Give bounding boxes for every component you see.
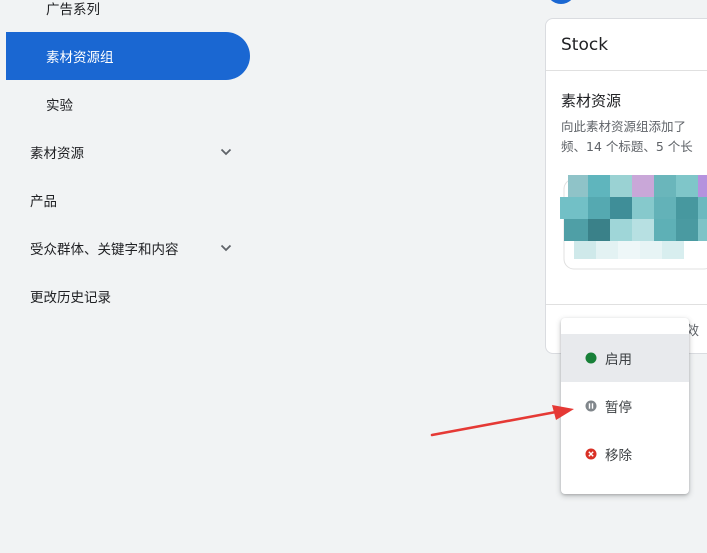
- card-subtitle: 素材资源: [561, 92, 622, 110]
- divider: [546, 70, 707, 71]
- card-description-line: 频、14 个标题、5 个长: [561, 139, 693, 154]
- sidebar-item-campaigns[interactable]: 广告系列: [0, 0, 250, 32]
- annotation-arrow: [430, 405, 574, 437]
- divider: [546, 304, 707, 305]
- enabled-dot-icon: [585, 352, 597, 364]
- sidebar-item-label: 实验: [46, 98, 73, 114]
- asset-group-card: Stock 素材资源 向此素材资源组添加了 频、14 个标题、5 个长 效: [545, 18, 707, 354]
- menu-item-pause[interactable]: 暂停: [561, 382, 689, 430]
- menu-item-label: 移除: [605, 448, 632, 464]
- sidebar-item-label: 产品: [30, 194, 57, 210]
- avatar[interactable]: [546, 0, 576, 4]
- sidebar-item-experiments[interactable]: 实验: [0, 80, 250, 128]
- sidebar-item-audiences-keywords-content[interactable]: 受众群体、关键字和内容: [0, 224, 250, 272]
- sidebar-item-asset-groups[interactable]: 素材资源组: [6, 32, 250, 80]
- status-menu: 启用 暂停 移除: [561, 318, 689, 494]
- sidebar-item-label: 素材资源组: [46, 50, 114, 66]
- menu-item-label: 暂停: [605, 400, 632, 416]
- asset-preview-thumbnail[interactable]: [560, 169, 707, 271]
- sidebar-item-label: 更改历史记录: [30, 290, 111, 306]
- sidebar-item-label: 广告系列: [46, 2, 100, 18]
- sidebar: 广告系列 素材资源组 实验 素材资源 产品 受众群体、关键字和内容 更改历史记录: [0, 0, 260, 553]
- menu-item-enable[interactable]: 启用: [561, 334, 689, 382]
- card-description-line: 向此素材资源组添加了: [561, 119, 687, 134]
- pause-icon: [585, 400, 597, 412]
- menu-item-label: 启用: [605, 352, 632, 368]
- sidebar-item-products[interactable]: 产品: [0, 176, 250, 224]
- remove-icon: [585, 448, 597, 460]
- sidebar-item-label: 素材资源: [30, 146, 84, 162]
- chevron-down-icon[interactable]: [218, 144, 234, 160]
- sidebar-item-assets[interactable]: 素材资源: [0, 128, 250, 176]
- chevron-down-icon[interactable]: [218, 240, 234, 256]
- sidebar-item-change-history[interactable]: 更改历史记录: [0, 272, 250, 320]
- menu-item-remove[interactable]: 移除: [561, 430, 689, 478]
- card-title: Stock: [561, 35, 609, 55]
- sidebar-item-label: 受众群体、关键字和内容: [30, 242, 179, 258]
- app-root: 广告系列 素材资源组 实验 素材资源 产品 受众群体、关键字和内容 更改历史记录: [0, 0, 707, 553]
